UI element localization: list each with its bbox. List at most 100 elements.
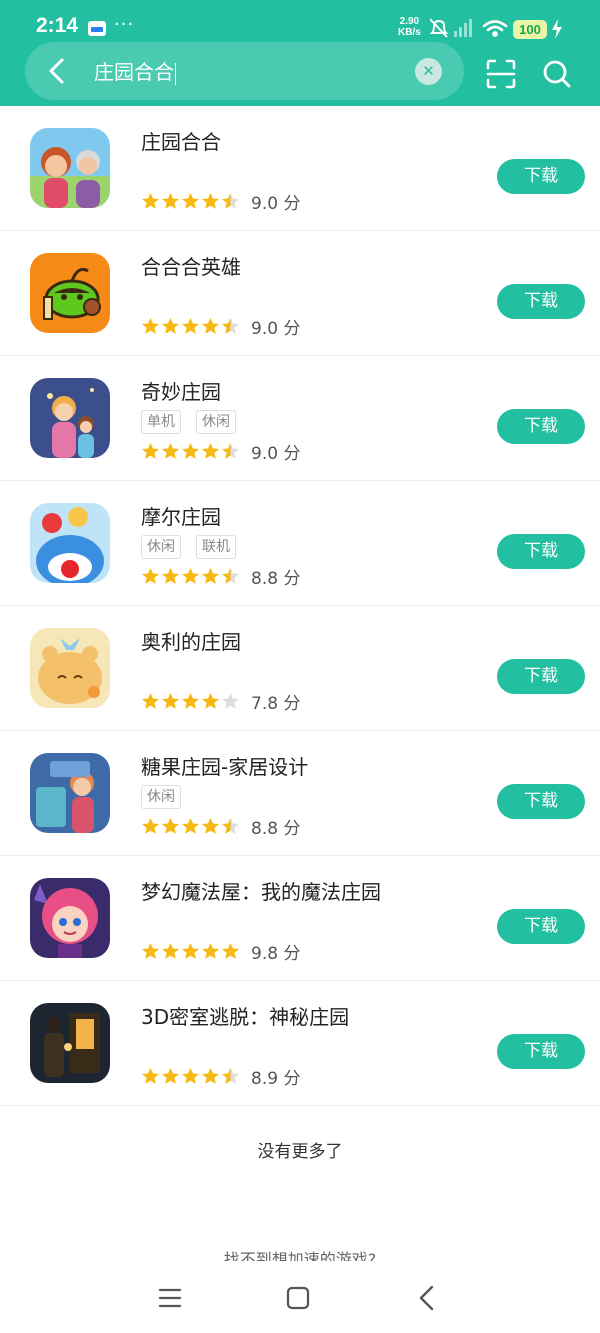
search-input-value: 庄园合合 [94, 60, 174, 84]
star-full-icon [181, 317, 200, 334]
mute-icon [430, 18, 449, 38]
star-full-icon [161, 1067, 180, 1084]
app-score: 7.8 分 [251, 694, 301, 714]
download-button[interactable]: 下载 [497, 159, 585, 194]
download-button[interactable]: 下载 [497, 659, 585, 694]
app-score: 8.8 分 [251, 819, 301, 839]
app-rating: 9.0 分 [141, 189, 300, 214]
star-full-icon [161, 317, 180, 334]
list-item[interactable]: 3D密室逃脱：神秘庄园 8.9 分 下载 [0, 981, 600, 1106]
star-half-icon [221, 317, 240, 334]
app-rating: 7.8 分 [141, 689, 301, 714]
no-signal-icon [454, 19, 472, 37]
star-full-icon [161, 942, 180, 959]
star-full-icon [201, 1067, 220, 1084]
list-item[interactable]: 奇妙庄园 单机 休闲 9.0 分 下载 [0, 356, 600, 481]
app-name: 合合合英雄 [141, 255, 241, 279]
home-icon[interactable] [286, 1286, 310, 1310]
star-full-icon [201, 442, 220, 459]
download-button[interactable]: 下载 [497, 784, 585, 819]
app-tag: 休闲 [141, 785, 181, 809]
download-button[interactable]: 下载 [497, 284, 585, 319]
network-speed: 2.90 KB/s [398, 16, 421, 38]
app-name: 3D密室逃脱：神秘庄园 [141, 1005, 350, 1029]
star-full-icon [141, 942, 160, 959]
star-full-icon [181, 192, 200, 209]
app-name: 奇妙庄园 [141, 380, 221, 404]
app-tag: 休闲 [141, 535, 181, 559]
top-header: 2:14 ··· 2.90 KB/s 100 庄园合合 ✕ [0, 0, 600, 106]
back-arrow-icon[interactable] [42, 56, 72, 86]
star-half-icon [221, 192, 240, 209]
star-full-icon [141, 317, 160, 334]
app-notification-icon [88, 21, 106, 36]
app-name: 摩尔庄园 [141, 505, 221, 529]
clear-icon[interactable]: ✕ [415, 58, 442, 85]
app-tags: 休闲 [141, 785, 196, 809]
star-full-icon [201, 942, 220, 959]
star-half-icon [221, 817, 240, 834]
app-score: 8.9 分 [251, 1069, 301, 1089]
app-icon-hehehe-yingxiong [30, 253, 110, 333]
text-caret [175, 62, 176, 85]
app-score: 9.8 分 [251, 944, 301, 964]
app-icon-aoli-de-zhuangyuan [30, 628, 110, 708]
back-icon[interactable] [416, 1285, 438, 1311]
app-icon-3d-mishi-taotuo [30, 1003, 110, 1083]
star-full-icon [181, 567, 200, 584]
list-item[interactable]: 庄园合合 9.0 分 下载 [0, 106, 600, 231]
app-rating: 8.8 分 [141, 814, 301, 839]
star-full-icon [201, 817, 220, 834]
download-button[interactable]: 下载 [497, 534, 585, 569]
menu-icon[interactable] [158, 1286, 182, 1310]
star-full-icon [141, 1067, 160, 1084]
app-score: 8.8 分 [251, 569, 301, 589]
list-item[interactable]: 摩尔庄园 休闲 联机 8.8 分 下载 [0, 481, 600, 606]
star-full-icon [141, 817, 160, 834]
app-icon-qimiao-zhuangyuan [30, 378, 110, 458]
app-tag: 联机 [196, 535, 236, 559]
star-full-icon [161, 692, 180, 709]
star-half-icon [221, 1067, 240, 1084]
app-rating: 8.9 分 [141, 1064, 301, 1089]
search-input[interactable]: 庄园合合 [94, 58, 394, 86]
list-item[interactable]: 糖果庄园-家居设计 休闲 8.8 分 下载 [0, 731, 600, 856]
app-tags: 休闲 联机 [141, 535, 251, 559]
app-score: 9.0 分 [251, 319, 301, 339]
app-name: 庄园合合 [141, 130, 221, 154]
star-full-icon [161, 567, 180, 584]
network-speed-unit: KB/s [398, 27, 421, 38]
network-speed-value: 2.90 [399, 16, 420, 27]
list-item[interactable]: 梦幻魔法屋：我的魔法庄园 9.8 分 下载 [0, 856, 600, 981]
list-item[interactable]: 奥利的庄园 7.8 分 下载 [0, 606, 600, 731]
app-icon-tangguo-zhuangyuan [30, 753, 110, 833]
status-icons-group [430, 18, 508, 38]
app-icon-menghuan-mofawu [30, 878, 110, 958]
download-button[interactable]: 下载 [497, 909, 585, 944]
charging-icon [552, 19, 562, 39]
star-full-icon [201, 567, 220, 584]
star-half-icon [221, 442, 240, 459]
search-icon[interactable] [541, 57, 573, 91]
star-full-icon [221, 942, 240, 959]
star-full-icon [201, 692, 220, 709]
more-dots: ··· [114, 14, 135, 35]
app-rating: 9.8 分 [141, 939, 301, 964]
star-full-icon [141, 567, 160, 584]
list-item[interactable]: 合合合英雄 9.0 分 下载 [0, 231, 600, 356]
app-name: 糖果庄园-家居设计 [141, 755, 309, 779]
star-half-icon [221, 567, 240, 584]
download-button[interactable]: 下载 [497, 1034, 585, 1069]
star-full-icon [181, 942, 200, 959]
app-icon-moer-zhuangyuan [30, 503, 110, 583]
download-button[interactable]: 下载 [497, 409, 585, 444]
scan-icon[interactable] [484, 57, 518, 91]
star-full-icon [161, 442, 180, 459]
status-bar: 2:14 ··· 2.90 KB/s 100 [0, 0, 600, 40]
app-tag: 单机 [141, 410, 181, 434]
app-name: 梦幻魔法屋：我的魔法庄园 [141, 880, 381, 904]
not-found-hint[interactable]: 找不到想加速的游戏? [0, 1246, 600, 1261]
star-full-icon [161, 192, 180, 209]
star-empty-icon [221, 692, 240, 709]
app-tag: 休闲 [196, 410, 236, 434]
